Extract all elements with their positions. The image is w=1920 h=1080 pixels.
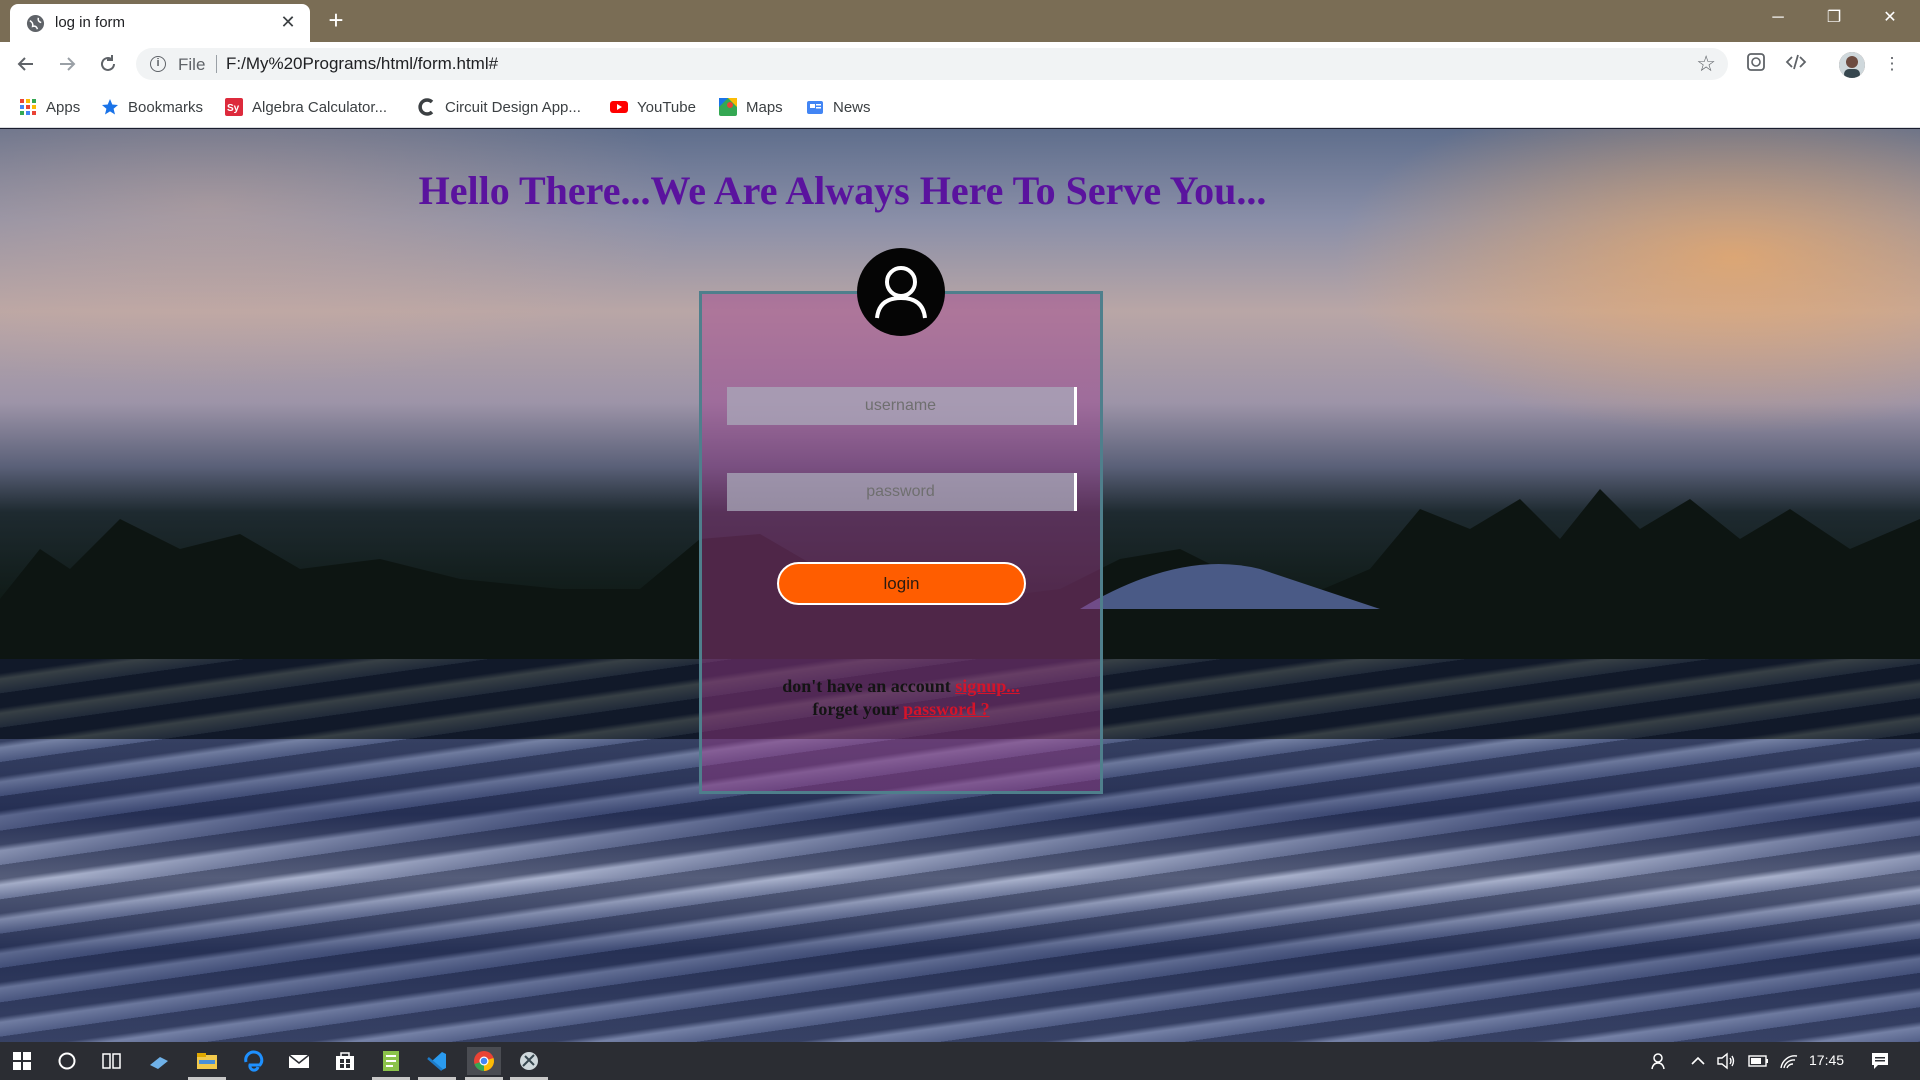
close-window-button[interactable]: ✕ bbox=[1862, 0, 1918, 36]
network-app-icon[interactable] bbox=[145, 1047, 173, 1075]
bookmark-apps[interactable]: Apps bbox=[19, 95, 80, 119]
bookmarks-bar: Apps Bookmarks Sy Algebra Calculator... … bbox=[0, 86, 1920, 128]
omnibox-separator bbox=[216, 55, 217, 73]
bookmark-algebra-calculator[interactable]: Sy Algebra Calculator... bbox=[225, 95, 387, 119]
notepad-app-icon[interactable] bbox=[377, 1047, 405, 1075]
symbolab-icon: Sy bbox=[225, 98, 243, 116]
minimize-button[interactable]: ─ bbox=[1750, 0, 1806, 36]
menu-kebab-icon[interactable]: ⋮ bbox=[1880, 52, 1904, 76]
bookmark-label: News bbox=[833, 98, 871, 116]
show-hidden-icons-chevron-icon[interactable] bbox=[1684, 1047, 1712, 1075]
news-icon bbox=[807, 101, 823, 114]
code-icon[interactable] bbox=[1784, 52, 1808, 76]
password-input[interactable] bbox=[727, 473, 1077, 511]
edge-browser-icon[interactable] bbox=[239, 1047, 267, 1075]
signup-line: don't have an account signup... bbox=[699, 675, 1103, 698]
back-icon[interactable] bbox=[10, 48, 42, 80]
maps-icon bbox=[719, 98, 737, 116]
chrome-icon[interactable] bbox=[467, 1047, 501, 1075]
file-explorer-icon[interactable] bbox=[193, 1047, 221, 1075]
cortana-search-icon[interactable] bbox=[53, 1047, 81, 1075]
info-icon[interactable]: i bbox=[150, 56, 166, 72]
bookmark-label: Bookmarks bbox=[128, 98, 204, 116]
tab-title: log in form bbox=[55, 14, 126, 31]
apps-grid-icon bbox=[20, 99, 36, 115]
bookmark-circuit-design[interactable]: Circuit Design App... bbox=[418, 95, 581, 119]
browser-tab[interactable]: log in form ✕ bbox=[10, 4, 310, 42]
action-center-icon[interactable] bbox=[1866, 1047, 1894, 1075]
mail-icon[interactable] bbox=[285, 1047, 313, 1075]
volume-icon[interactable] bbox=[1712, 1047, 1740, 1075]
bookmark-label: Algebra Calculator... bbox=[252, 98, 388, 116]
forgot-line: forget your password ? bbox=[699, 698, 1103, 721]
login-button[interactable]: login bbox=[777, 562, 1026, 605]
form-links: don't have an account signup... forget y… bbox=[699, 675, 1103, 721]
bookmark-maps[interactable]: Maps bbox=[719, 95, 783, 119]
browser-toolbar: i File F:/My%20Programs/html/form.html# … bbox=[0, 42, 1920, 86]
user-avatar-icon bbox=[857, 248, 945, 336]
wifi-icon[interactable] bbox=[1775, 1047, 1803, 1075]
globe-icon bbox=[26, 14, 45, 33]
youtube-icon bbox=[610, 101, 628, 113]
bookmark-label: YouTube bbox=[637, 98, 696, 116]
store-icon[interactable] bbox=[331, 1047, 359, 1075]
windows-start-icon[interactable] bbox=[8, 1047, 36, 1075]
star-icon bbox=[102, 99, 118, 115]
people-icon[interactable] bbox=[1646, 1047, 1674, 1075]
bookmark-label: Maps bbox=[746, 98, 783, 116]
bookmark-label: Circuit Design App... bbox=[445, 98, 581, 116]
url-text[interactable]: F:/My%20Programs/html/form.html# bbox=[226, 54, 498, 74]
snipping-tool-icon[interactable] bbox=[515, 1047, 543, 1075]
windows-taskbar: 17:45 bbox=[0, 1042, 1920, 1080]
scheme-label: File bbox=[178, 55, 206, 74]
svg-text:Sy: Sy bbox=[227, 103, 240, 114]
forward-icon[interactable] bbox=[51, 48, 83, 80]
reload-icon[interactable] bbox=[92, 48, 124, 80]
task-view-icon[interactable] bbox=[98, 1047, 126, 1075]
page-heading: Hello There...We Are Always Here To Serv… bbox=[418, 168, 1267, 213]
taskbar-clock[interactable]: 17:45 bbox=[1809, 1052, 1844, 1068]
username-input[interactable] bbox=[727, 387, 1077, 425]
page-viewport: Hello There...We Are Always Here To Serv… bbox=[0, 129, 1920, 1042]
bookmark-label: Apps bbox=[46, 98, 81, 116]
battery-icon[interactable] bbox=[1745, 1047, 1773, 1075]
browser-titlebar: log in form ✕ + ─ ❐ ✕ bbox=[0, 0, 1920, 42]
signup-prefix: don't have an account bbox=[782, 676, 956, 696]
address-bar[interactable]: i File F:/My%20Programs/html/form.html# … bbox=[136, 48, 1728, 80]
bookmark-youtube[interactable]: YouTube bbox=[610, 95, 696, 119]
new-tab-button[interactable]: + bbox=[322, 7, 350, 35]
bookmark-star-icon[interactable]: ☆ bbox=[1696, 51, 1716, 77]
signup-link[interactable]: signup... bbox=[955, 676, 1020, 696]
tab-close-icon[interactable]: ✕ bbox=[278, 12, 298, 32]
vscode-icon[interactable] bbox=[423, 1047, 451, 1075]
extension-icon[interactable] bbox=[1744, 52, 1768, 76]
bookmark-bookmarks[interactable]: Bookmarks bbox=[101, 95, 203, 119]
restore-button[interactable]: ❐ bbox=[1806, 0, 1862, 36]
circuit-icon bbox=[418, 98, 434, 116]
forgot-password-link[interactable]: password ? bbox=[903, 699, 990, 719]
forgot-prefix: forget your bbox=[812, 699, 904, 719]
profile-avatar[interactable] bbox=[1839, 52, 1865, 78]
bookmark-news[interactable]: News bbox=[806, 95, 871, 119]
